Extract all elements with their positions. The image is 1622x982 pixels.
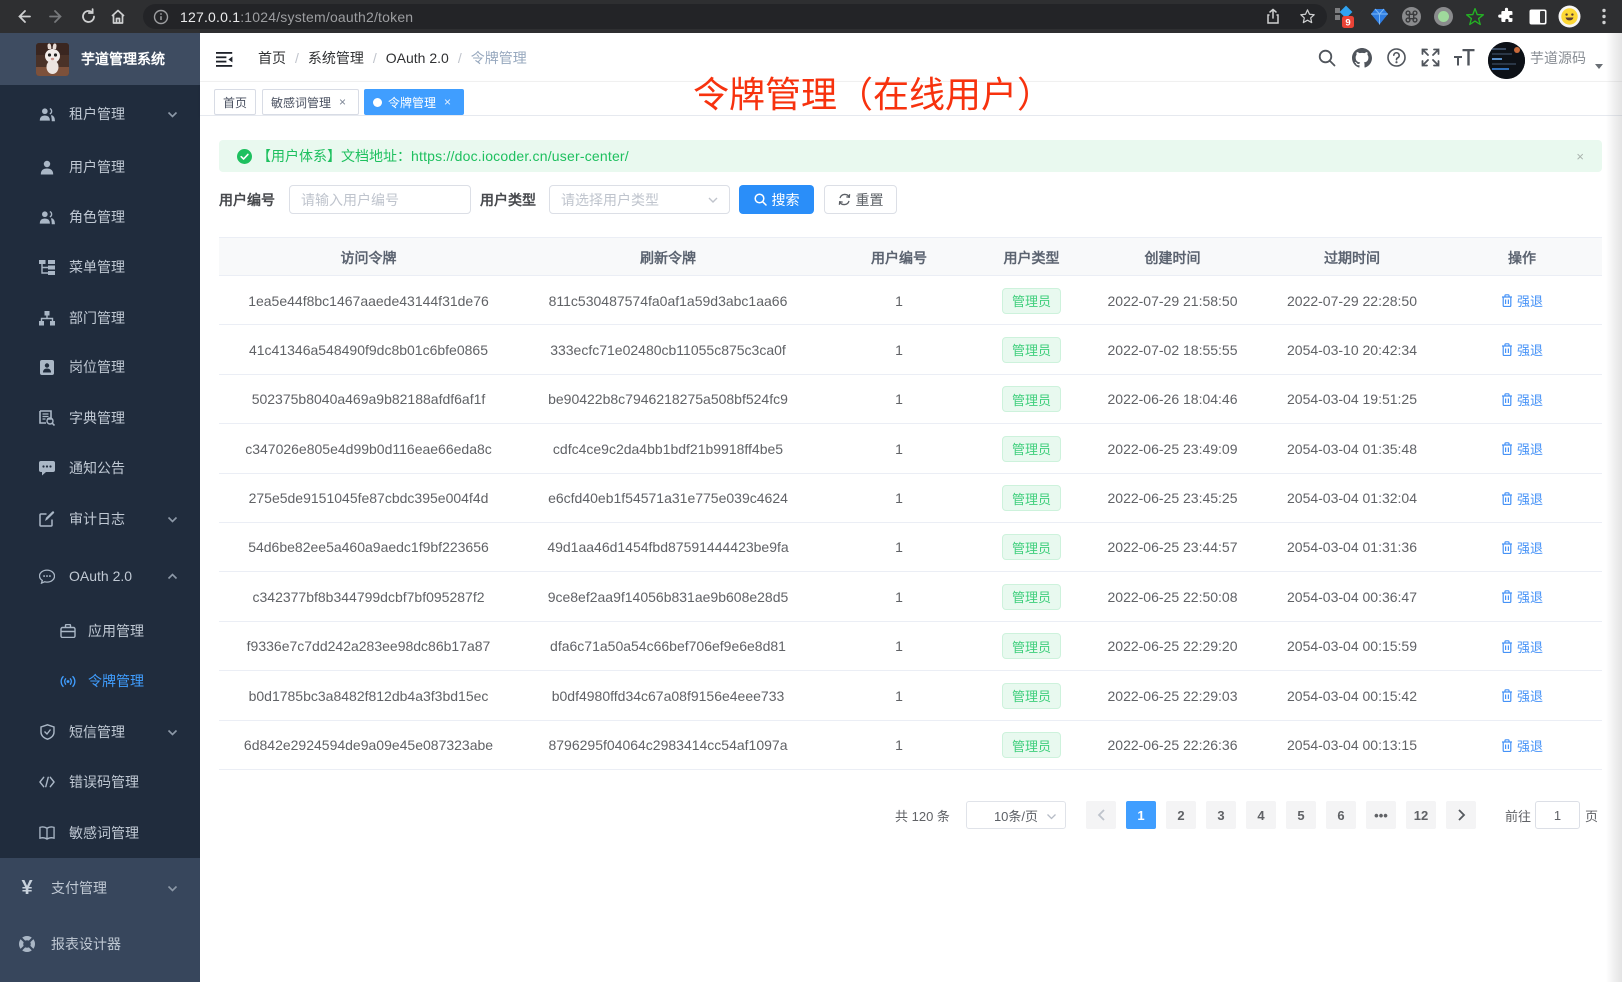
svg-text:9: 9 <box>1345 17 1350 28</box>
